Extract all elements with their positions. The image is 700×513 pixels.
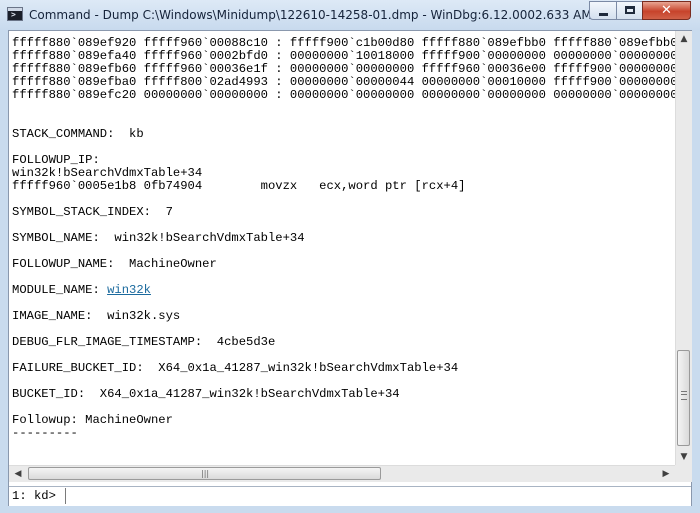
command-bar: 1: kd> <box>9 486 691 506</box>
output-line: MODULE_NAME: win32k <box>12 283 151 297</box>
console-icon: > <box>7 7 23 21</box>
maximize-icon <box>625 6 635 14</box>
minimize-button[interactable] <box>589 1 617 20</box>
output-line: Followup: MachineOwner <box>12 413 173 427</box>
command-input[interactable] <box>65 488 689 504</box>
minimize-icon <box>599 13 608 16</box>
kd-prompt: 1: kd> <box>12 489 56 503</box>
output-line: fffff880`089efc20 00000000`00000000 : 00… <box>12 88 675 102</box>
scrollbar-corner <box>675 465 692 482</box>
thumb-grip-icon <box>681 391 687 400</box>
output-line: FAILURE_BUCKET_ID: X64_0x1a_41287_win32k… <box>12 361 459 375</box>
scroll-down-arrow-icon[interactable]: ▼ <box>676 449 692 465</box>
output-line: IMAGE_NAME: win32k.sys <box>12 309 181 323</box>
output-line: SYMBOL_STACK_INDEX: 7 <box>12 205 173 219</box>
vertical-scroll-thumb[interactable] <box>677 350 690 446</box>
scroll-up-arrow-icon[interactable]: ▲ <box>676 31 692 47</box>
output-line: FOLLOWUP_NAME: MachineOwner <box>12 257 217 271</box>
thumb-grip-icon: ||| <box>201 469 210 478</box>
output-line: SYMBOL_NAME: win32k!bSearchVdmxTable+34 <box>12 231 305 245</box>
output-line: STACK_COMMAND: kb <box>12 127 144 141</box>
output-line: fffff960`0005e1b8 0fb74904 movzx ecx,wor… <box>12 179 466 193</box>
module-name-link[interactable]: win32k <box>107 283 151 297</box>
title-bar[interactable]: > Command - Dump C:\Windows\Minidump\122… <box>0 0 700 30</box>
scroll-left-arrow-icon[interactable]: ◀ <box>11 466 25 482</box>
output-line: --------- <box>12 426 78 440</box>
close-icon: ✕ <box>661 3 672 18</box>
horizontal-scrollbar[interactable]: ◀ ||| ▶ <box>9 465 675 482</box>
debugger-output-pane[interactable]: fffff880`089ef920 fffff960`00088c10 : ff… <box>9 31 675 465</box>
output-text: fffff880`089ef920 fffff960`00088c10 : ff… <box>12 37 675 440</box>
horizontal-scroll-thumb[interactable]: ||| <box>28 467 381 480</box>
close-button[interactable]: ✕ <box>642 1 691 20</box>
scroll-right-arrow-icon[interactable]: ▶ <box>659 466 673 482</box>
windbg-command-window: > Command - Dump C:\Windows\Minidump\122… <box>0 0 700 513</box>
output-line: DEBUG_FLR_IMAGE_TIMESTAMP: 4cbe5d3e <box>12 335 276 349</box>
window-title: Command - Dump C:\Windows\Minidump\12261… <box>29 8 617 22</box>
maximize-button[interactable] <box>616 1 643 20</box>
output-line: BUCKET_ID: X64_0x1a_41287_win32k!bSearch… <box>12 387 400 401</box>
vertical-scrollbar[interactable]: ▲ ▼ <box>675 31 692 465</box>
command-client-area: fffff880`089ef920 fffff960`00088c10 : ff… <box>8 30 692 506</box>
